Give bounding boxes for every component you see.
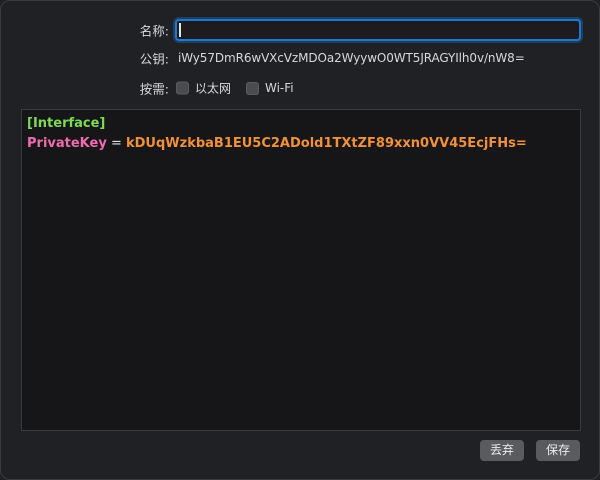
name-label: 名称: (139, 23, 169, 39)
ethernet-checkbox[interactable] (176, 81, 189, 95)
private-key-value: kDUqWzkbaB1EU5C2ADold1TXtZF89xxn0VV45Ecj… (125, 136, 527, 151)
on-demand-row: 按需: 以太网 Wi-Fi (1, 76, 600, 100)
editor-line-1: [Interface] (27, 114, 575, 134)
pubkey-label: 公钥: (139, 51, 169, 67)
ethernet-label: 以太网 (195, 81, 232, 96)
on-demand-label: 按需: (139, 81, 169, 97)
save-button[interactable]: 保存 (536, 440, 581, 461)
private-key-name: PrivateKey (27, 136, 107, 151)
wifi-label: Wi-Fi (265, 81, 294, 95)
discard-button[interactable]: 丢弃 (480, 440, 525, 461)
tunnel-editor-dialog: 名称: 公钥: iWy57DmR6wVXcVzMDOa2WyywO0WT5JRA… (0, 0, 600, 480)
text-caret (179, 23, 181, 37)
ethernet-option[interactable]: 以太网 (176, 80, 231, 97)
wifi-option[interactable]: Wi-Fi (246, 81, 294, 95)
pubkey-row: 公钥: iWy57DmR6wVXcVzMDOa2WyywO0WT5JRAGYIl… (1, 46, 600, 70)
config-editor[interactable]: [Interface] PrivateKey = kDUqWzkbaB1EU5C… (21, 109, 581, 431)
editor-line-2: PrivateKey = kDUqWzkbaB1EU5C2ADold1TXtZF… (27, 134, 575, 154)
name-input[interactable] (175, 19, 581, 41)
equals-sign: = (106, 136, 126, 151)
section-header: [Interface] (27, 116, 106, 131)
pubkey-value: iWy57DmR6wVXcVzMDOa2WyywO0WT5JRAGYIlh0v/… (178, 51, 525, 65)
wifi-checkbox[interactable] (246, 81, 259, 95)
